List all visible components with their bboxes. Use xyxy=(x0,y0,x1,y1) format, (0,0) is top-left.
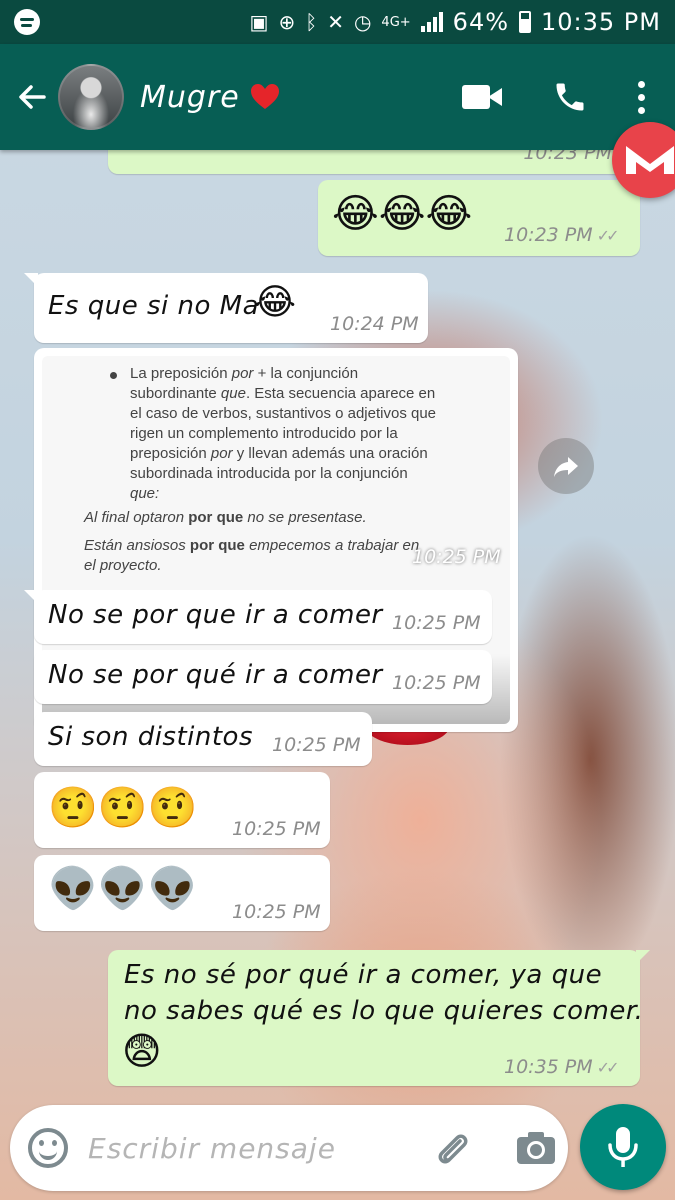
message-text: No se por que ir a comer xyxy=(48,600,383,630)
message-emoji: 😂😂😂 xyxy=(332,191,473,237)
message-time: 10:35 PM ✓✓ xyxy=(504,1056,620,1078)
forward-button[interactable] xyxy=(538,438,594,494)
message-bubble-in[interactable]: Si son distintos 10:25 PM xyxy=(34,712,372,766)
message-time: 10:23 PM ✓✓ xyxy=(504,224,620,246)
message-bubble-in[interactable]: 👽👽👽 10:25 PM xyxy=(34,855,330,931)
heart-icon xyxy=(250,84,279,109)
message-emoji: 🤨🤨🤨 xyxy=(48,785,198,831)
battery-percent: 64% xyxy=(452,8,510,36)
status-time: 10:35 PM xyxy=(541,8,661,36)
data-saver-icon: ⊕ xyxy=(278,10,296,34)
mic-button[interactable] xyxy=(580,1104,666,1190)
message-text-line: Es no sé por qué ir a comer, ya que xyxy=(124,960,603,990)
messenger-icon xyxy=(626,146,674,174)
message-bubble-in[interactable]: No se por qué ir a comer 10:25 PM xyxy=(34,650,492,704)
message-time: 10:25 PM xyxy=(232,818,321,840)
read-ticks-icon: ✓✓ xyxy=(596,1058,620,1077)
message-input[interactable] xyxy=(88,1125,388,1171)
mic-icon xyxy=(608,1127,638,1167)
message-bubble-out[interactable]: 😂😂😂 10:23 PM ✓✓ xyxy=(318,180,650,256)
message-list[interactable]: 10:23 PM 😂😂😂 10:23 PM ✓✓ Es que si no Ma … xyxy=(0,120,675,1100)
message-emoji: 😨 xyxy=(122,1029,162,1073)
signal-icon xyxy=(420,12,443,32)
back-button[interactable] xyxy=(8,67,56,127)
message-time: 10:25 PM xyxy=(392,672,481,694)
message-time: 10:25 PM xyxy=(392,612,481,634)
video-call-icon[interactable] xyxy=(462,85,502,109)
message-text: Es que si no Ma xyxy=(48,291,260,321)
message-bubble-in[interactable]: 🤨🤨🤨 10:25 PM xyxy=(34,772,330,848)
network-type: 4G+ xyxy=(381,14,411,30)
message-time: 10:25 PM xyxy=(272,734,361,756)
list-bullet xyxy=(110,372,117,379)
message-text: No se por qué ir a comer xyxy=(48,660,383,690)
bluetooth-icon: ᛒ xyxy=(305,10,318,34)
contact-avatar[interactable] xyxy=(58,64,124,130)
message-time: 10:25 PM xyxy=(412,546,501,568)
read-ticks-icon: ✓✓ xyxy=(596,226,620,245)
phone-icon[interactable] xyxy=(552,79,588,115)
emoji-icon[interactable] xyxy=(28,1128,68,1168)
attach-icon[interactable] xyxy=(430,1127,474,1171)
camera-icon[interactable] xyxy=(516,1131,556,1165)
image-example-1: Al final optaron por que no se presentas… xyxy=(84,509,367,526)
composer xyxy=(10,1105,568,1191)
back-arrow-icon xyxy=(19,85,46,109)
contact-name[interactable]: Mugre xyxy=(140,80,240,115)
forward-icon xyxy=(554,457,578,477)
message-time: 10:25 PM xyxy=(232,901,321,923)
mute-icon: ✕ xyxy=(327,10,344,34)
message-text: Si son distintos xyxy=(48,722,254,752)
message-bubble-in[interactable]: Es que si no Ma 😂 10:24 PM xyxy=(24,273,428,343)
message-bubble-out[interactable]: Es no sé por qué ir a comer, ya que no s… xyxy=(108,950,650,1086)
battery-saver-icon: ▣ xyxy=(249,10,269,34)
message-text-line: no sabes qué es lo que quieres comer. xyxy=(124,996,644,1026)
more-options-icon[interactable] xyxy=(638,80,645,114)
alarm-icon: ◷ xyxy=(353,10,372,34)
image-paragraph: La preposición por + la conjunción subor… xyxy=(130,365,437,502)
status-bar: ▣ ⊕ ᛒ ✕ ◷ 4G+ 64% 10:35 PM xyxy=(0,0,675,44)
message-time: 10:24 PM xyxy=(330,313,419,335)
message-emoji: 👽👽👽 xyxy=(48,866,198,912)
messenger-chat-head[interactable] xyxy=(612,122,675,198)
battery-icon xyxy=(519,11,532,33)
chat-header: Mugre xyxy=(0,44,675,150)
message-bubble-in[interactable]: No se por que ir a comer 10:25 PM xyxy=(24,590,492,644)
spotify-icon xyxy=(14,9,40,35)
message-emoji: 😂 xyxy=(254,282,297,323)
